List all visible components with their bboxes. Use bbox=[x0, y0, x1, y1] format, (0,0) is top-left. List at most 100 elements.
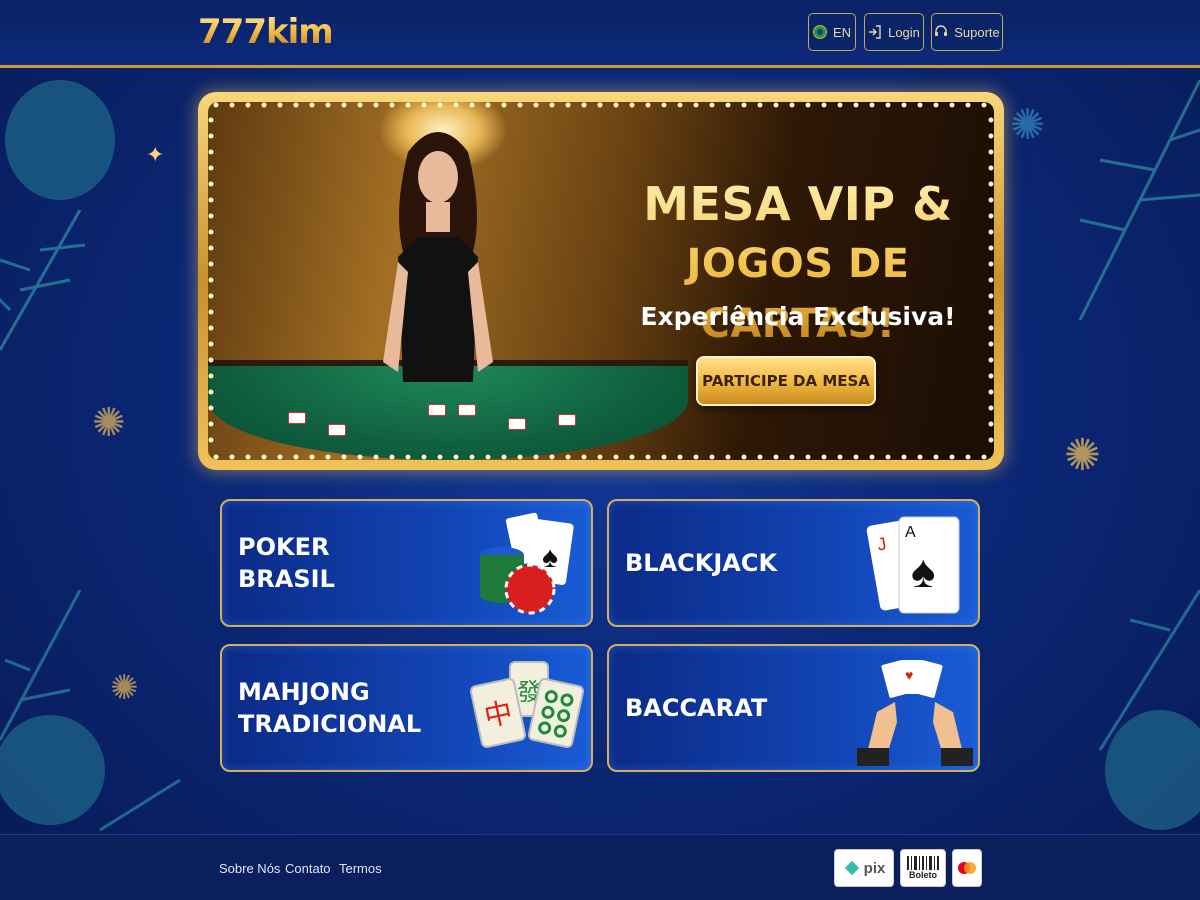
login-icon bbox=[869, 25, 881, 39]
card-icon bbox=[458, 404, 476, 416]
light-bulb bbox=[208, 149, 214, 155]
promo-banner[interactable]: MESA VIP & JOGOS DE CARTAS! Experiência … bbox=[198, 92, 1004, 470]
support-button[interactable]: Suporte bbox=[931, 13, 1003, 51]
light-bulb bbox=[988, 197, 994, 203]
light-bulb bbox=[208, 437, 214, 443]
light-bulb bbox=[341, 102, 347, 108]
light-bulb bbox=[949, 102, 955, 108]
light-bulb bbox=[261, 102, 267, 108]
light-bulb bbox=[988, 357, 994, 363]
site-logo[interactable]: 777kim bbox=[198, 12, 334, 52]
light-bulb bbox=[981, 454, 987, 460]
light-bulb bbox=[245, 454, 251, 460]
light-bulb bbox=[213, 454, 219, 460]
light-bulb bbox=[208, 293, 214, 299]
light-bulb bbox=[901, 454, 907, 460]
light-bulb bbox=[208, 325, 214, 331]
palm-leaf-decoration-bottom-left bbox=[0, 590, 181, 832]
boleto-barcode-icon bbox=[907, 856, 939, 870]
game-tile-label-line1: MAHJONG bbox=[238, 678, 370, 706]
svg-text:♥: ♥ bbox=[905, 667, 913, 683]
game-tile-baccarat[interactable]: BACCARAT ♥ bbox=[607, 644, 980, 772]
game-tile-poker[interactable]: POKER BRASIL ♠ bbox=[220, 499, 593, 627]
banner-subtitle: Experiência Exclusiva! bbox=[640, 302, 956, 331]
light-bulb bbox=[565, 102, 571, 108]
light-bulb bbox=[208, 421, 214, 427]
top-header: 777kim EN Login Suporte bbox=[0, 0, 1200, 68]
light-bulb bbox=[517, 102, 523, 108]
light-bulb bbox=[988, 133, 994, 139]
light-bulb bbox=[533, 102, 539, 108]
light-bulb bbox=[208, 165, 214, 171]
light-bulb bbox=[988, 421, 994, 427]
language-label: EN bbox=[832, 24, 852, 40]
light-bulb bbox=[853, 102, 859, 108]
light-bulb bbox=[773, 102, 779, 108]
light-bulb bbox=[917, 454, 923, 460]
firework-icon: ✺ bbox=[1010, 101, 1046, 148]
payment-badge-mastercard bbox=[952, 849, 982, 887]
light-bulb bbox=[661, 454, 667, 460]
card-icon bbox=[558, 414, 576, 426]
headset-icon bbox=[935, 25, 948, 36]
light-bulb bbox=[208, 213, 214, 219]
palm-leaf-decoration-left bbox=[0, 80, 115, 351]
light-bulb bbox=[709, 454, 715, 460]
banner-image-area: MESA VIP & JOGOS DE CARTAS! Experiência … bbox=[208, 102, 994, 460]
light-bulb bbox=[933, 454, 939, 460]
footer-link-about[interactable]: Sobre Nós bbox=[219, 861, 280, 876]
light-bulb bbox=[208, 133, 214, 139]
light-bulb bbox=[988, 309, 994, 315]
light-bulb bbox=[757, 454, 763, 460]
light-bulb bbox=[293, 102, 299, 108]
light-bulb bbox=[208, 197, 214, 203]
light-bulb bbox=[949, 454, 955, 460]
light-bulb bbox=[725, 102, 731, 108]
light-bulb bbox=[341, 454, 347, 460]
light-bulb bbox=[597, 102, 603, 108]
footer-link-contact[interactable]: Contato bbox=[285, 861, 331, 876]
light-bulb bbox=[885, 454, 891, 460]
game-tile-mahjong[interactable]: MAHJONG TRADICIONAL 發 中 bbox=[220, 644, 593, 772]
light-bulb bbox=[988, 405, 994, 411]
mahjong-tiles-icon: 發 中 bbox=[470, 661, 585, 748]
dealer-image bbox=[383, 132, 493, 382]
support-label: Suporte bbox=[954, 24, 1000, 40]
light-bulb bbox=[988, 293, 994, 299]
light-bulb bbox=[309, 454, 315, 460]
game-tile-label: MAHJONG TRADICIONAL bbox=[238, 676, 421, 740]
language-selector-button[interactable]: EN bbox=[808, 13, 856, 51]
light-bulb bbox=[208, 229, 214, 235]
light-bulb bbox=[597, 454, 603, 460]
blackjack-cards-icon: J A ♠ bbox=[866, 516, 960, 614]
payment-label-pix: pix bbox=[863, 859, 886, 877]
light-bulb bbox=[645, 102, 651, 108]
light-bulb bbox=[988, 389, 994, 395]
light-bulb bbox=[821, 454, 827, 460]
light-bulb bbox=[837, 454, 843, 460]
light-bulb bbox=[725, 454, 731, 460]
light-bulb bbox=[988, 229, 994, 235]
light-bulb bbox=[581, 454, 587, 460]
firework-icon: ✺ bbox=[110, 669, 139, 707]
light-bulb bbox=[581, 102, 587, 108]
mastercard-logo-icon bbox=[958, 862, 976, 874]
light-bulb bbox=[917, 102, 923, 108]
light-bulb bbox=[988, 181, 994, 187]
card-icon bbox=[508, 418, 526, 430]
firework-icon: ✺ bbox=[92, 401, 126, 445]
join-table-button[interactable]: PARTICIPE DA MESA bbox=[696, 356, 876, 406]
login-button[interactable]: Login bbox=[864, 13, 924, 51]
game-tile-label-line1: POKER bbox=[238, 533, 330, 561]
light-bulb bbox=[933, 102, 939, 108]
light-bulb bbox=[988, 213, 994, 219]
palm-leaf-decoration-right bbox=[1078, 79, 1200, 321]
footer-link-terms[interactable]: Termos bbox=[339, 861, 382, 876]
light-bulb bbox=[693, 454, 699, 460]
banner-title-line1: MESA VIP & bbox=[643, 177, 953, 231]
game-tile-blackjack[interactable]: BLACKJACK J A ♠ bbox=[607, 499, 980, 627]
light-bulb bbox=[277, 102, 283, 108]
light-bulb bbox=[988, 149, 994, 155]
light-bulb bbox=[261, 454, 267, 460]
light-bulb bbox=[229, 102, 235, 108]
